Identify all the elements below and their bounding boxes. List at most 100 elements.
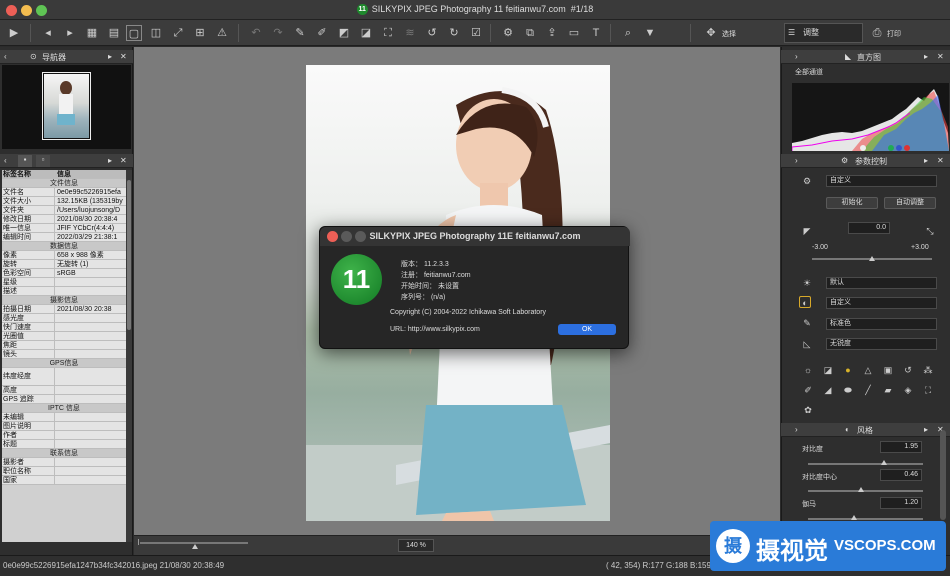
table-row[interactable]: 描述: [2, 287, 126, 296]
brush-icon[interactable]: ✎: [292, 25, 308, 41]
redo-icon[interactable]: ↷: [270, 25, 286, 41]
gamma-slider[interactable]: [808, 518, 923, 520]
paste-icon[interactable]: ◩: [336, 25, 352, 41]
expand-style-icon[interactable]: ›: [795, 425, 798, 434]
info-scrollbar[interactable]: [126, 170, 132, 542]
exposure-slider-knob[interactable]: [869, 256, 875, 261]
adjust-mode-button[interactable]: ☰ 调整: [784, 23, 863, 43]
tone-select[interactable]: 自定义: [826, 297, 937, 309]
gamma-slider-knob[interactable]: [851, 515, 857, 520]
contrast-value[interactable]: 1.95: [880, 441, 922, 453]
zoom-slider-knob[interactable]: [192, 544, 198, 549]
panel-menu-icon[interactable]: ▸: [108, 52, 112, 61]
batch-icon[interactable]: ⧉: [522, 25, 538, 41]
tool-lens-icon[interactable]: ⬬: [842, 384, 854, 396]
undo-icon[interactable]: ↶: [248, 25, 264, 41]
sharpness-select[interactable]: 无锐度: [826, 338, 937, 350]
folder-tab-icon[interactable]: ▫: [36, 155, 50, 167]
auto-adjust-button[interactable]: 自动调整: [884, 197, 936, 209]
contrast-center-slider[interactable]: [808, 490, 923, 492]
import-icon[interactable]: ▶: [6, 25, 22, 41]
table-row[interactable]: 图片说明: [2, 422, 126, 431]
eyedropper-icon[interactable]: ✐: [314, 25, 330, 41]
layers-icon[interactable]: ≋: [402, 25, 418, 41]
tool-highlight-icon[interactable]: ☼: [802, 364, 814, 376]
tool-saturation-icon[interactable]: ●: [842, 364, 854, 376]
tool-gradient-icon[interactable]: ◢: [822, 384, 834, 396]
grid-view-icon[interactable]: ▦: [84, 25, 100, 41]
single-view-icon[interactable]: ▢: [126, 25, 142, 41]
expand-right-icon[interactable]: ›: [795, 52, 798, 61]
style-menu-icon[interactable]: ▸: [924, 425, 928, 434]
expand-params-icon[interactable]: ›: [795, 156, 798, 165]
rotate-left-icon[interactable]: ↺: [424, 25, 440, 41]
tool-noise-icon[interactable]: ⁂: [922, 364, 934, 376]
histogram-menu-icon[interactable]: ▸: [924, 52, 928, 61]
transform-icon[interactable]: ⛶: [380, 25, 396, 41]
comment-tab-icon[interactable]: ▪: [18, 155, 32, 167]
collapse-info-icon[interactable]: ‹: [4, 156, 7, 165]
filmstrip-view-icon[interactable]: ▤: [106, 25, 122, 41]
close-params-icon[interactable]: ✕: [937, 156, 944, 165]
subtitle-icon[interactable]: ▭: [566, 25, 582, 41]
histogram-channel-select[interactable]: 全部通道: [792, 68, 946, 80]
tool-brush-icon[interactable]: ✐: [802, 384, 814, 396]
tool-extra-icon[interactable]: ✿: [802, 404, 814, 416]
close-panel-icon[interactable]: ✕: [120, 52, 127, 61]
select-mode-button[interactable]: 选择: [722, 29, 736, 39]
table-row[interactable]: 国家: [2, 476, 126, 485]
table-row[interactable]: 职位名称: [2, 467, 126, 476]
develop-icon[interactable]: ⚙: [500, 25, 516, 41]
params-menu-icon[interactable]: ▸: [924, 156, 928, 165]
contrast-center-slider-knob[interactable]: [857, 487, 864, 492]
right-scrollbar[interactable]: [940, 430, 946, 520]
contrast-slider-knob[interactable]: [880, 460, 887, 465]
close-histogram-icon[interactable]: ✕: [937, 52, 944, 61]
white-balance-select[interactable]: 默认: [826, 277, 937, 289]
iptc-status-select[interactable]: 未编辑: [2, 413, 126, 422]
info-scroll-thumb[interactable]: [127, 180, 131, 330]
fullscreen-icon[interactable]: ⤢: [170, 25, 186, 41]
tool-eraser-icon[interactable]: ▰: [882, 384, 894, 396]
dialog-close-icon[interactable]: [327, 231, 338, 242]
exposure-value[interactable]: 0.0: [848, 222, 890, 234]
text-tool-icon[interactable]: T: [588, 25, 604, 41]
color-select[interactable]: 标准色: [826, 318, 937, 330]
quad-view-icon[interactable]: ⊞: [192, 25, 208, 41]
exposure-auto-icon[interactable]: ⤡: [924, 225, 936, 237]
filter-icon[interactable]: ▼: [642, 25, 658, 41]
tool-pen-icon[interactable]: ╱: [862, 384, 874, 396]
contrast-slider[interactable]: [808, 463, 923, 465]
zoom-search-icon[interactable]: ⌕: [620, 25, 636, 41]
warning-icon[interactable]: ⚠: [214, 25, 230, 41]
tool-reset-icon[interactable]: ↺: [902, 364, 914, 376]
tool-curve-icon[interactable]: ◪: [822, 364, 834, 376]
close-info-icon[interactable]: ✕: [120, 156, 127, 165]
navigator-thumbnail[interactable]: [2, 65, 131, 149]
contrast-center-value[interactable]: 0.46: [880, 469, 922, 481]
compare-view-icon[interactable]: ◫: [148, 25, 164, 41]
export-icon[interactable]: ⇪: [544, 25, 560, 41]
table-row[interactable]: 星级: [2, 278, 126, 287]
prev-image-icon[interactable]: ◂: [40, 25, 56, 41]
tool-hue-icon[interactable]: △: [862, 364, 874, 376]
rotate-right-icon[interactable]: ↻: [446, 25, 462, 41]
check-icon[interactable]: ☑: [468, 25, 484, 41]
table-row[interactable]: 标题: [2, 440, 126, 449]
print-mode-button[interactable]: 打印: [887, 29, 901, 39]
info-menu-icon[interactable]: ▸: [108, 156, 112, 165]
tool-crop-icon[interactable]: ⛶: [922, 384, 934, 396]
gamma-value[interactable]: 1.20: [880, 497, 922, 509]
navigator-view-frame[interactable]: [42, 72, 91, 140]
copy-params-icon[interactable]: ◪: [358, 25, 374, 41]
table-row[interactable]: 作者: [2, 431, 126, 440]
ok-button[interactable]: OK: [558, 324, 616, 335]
collapse-left-icon[interactable]: ‹: [4, 52, 7, 61]
tool-frame-icon[interactable]: ▣: [882, 364, 894, 376]
zoom-value[interactable]: 140 %: [398, 539, 434, 552]
gear-icon[interactable]: ⚙: [801, 175, 813, 187]
next-image-icon[interactable]: ▸: [62, 25, 78, 41]
initialize-button[interactable]: 初始化: [826, 197, 878, 209]
tool-clone-icon[interactable]: ◈: [902, 384, 914, 396]
preset-select[interactable]: 自定义: [826, 175, 937, 187]
